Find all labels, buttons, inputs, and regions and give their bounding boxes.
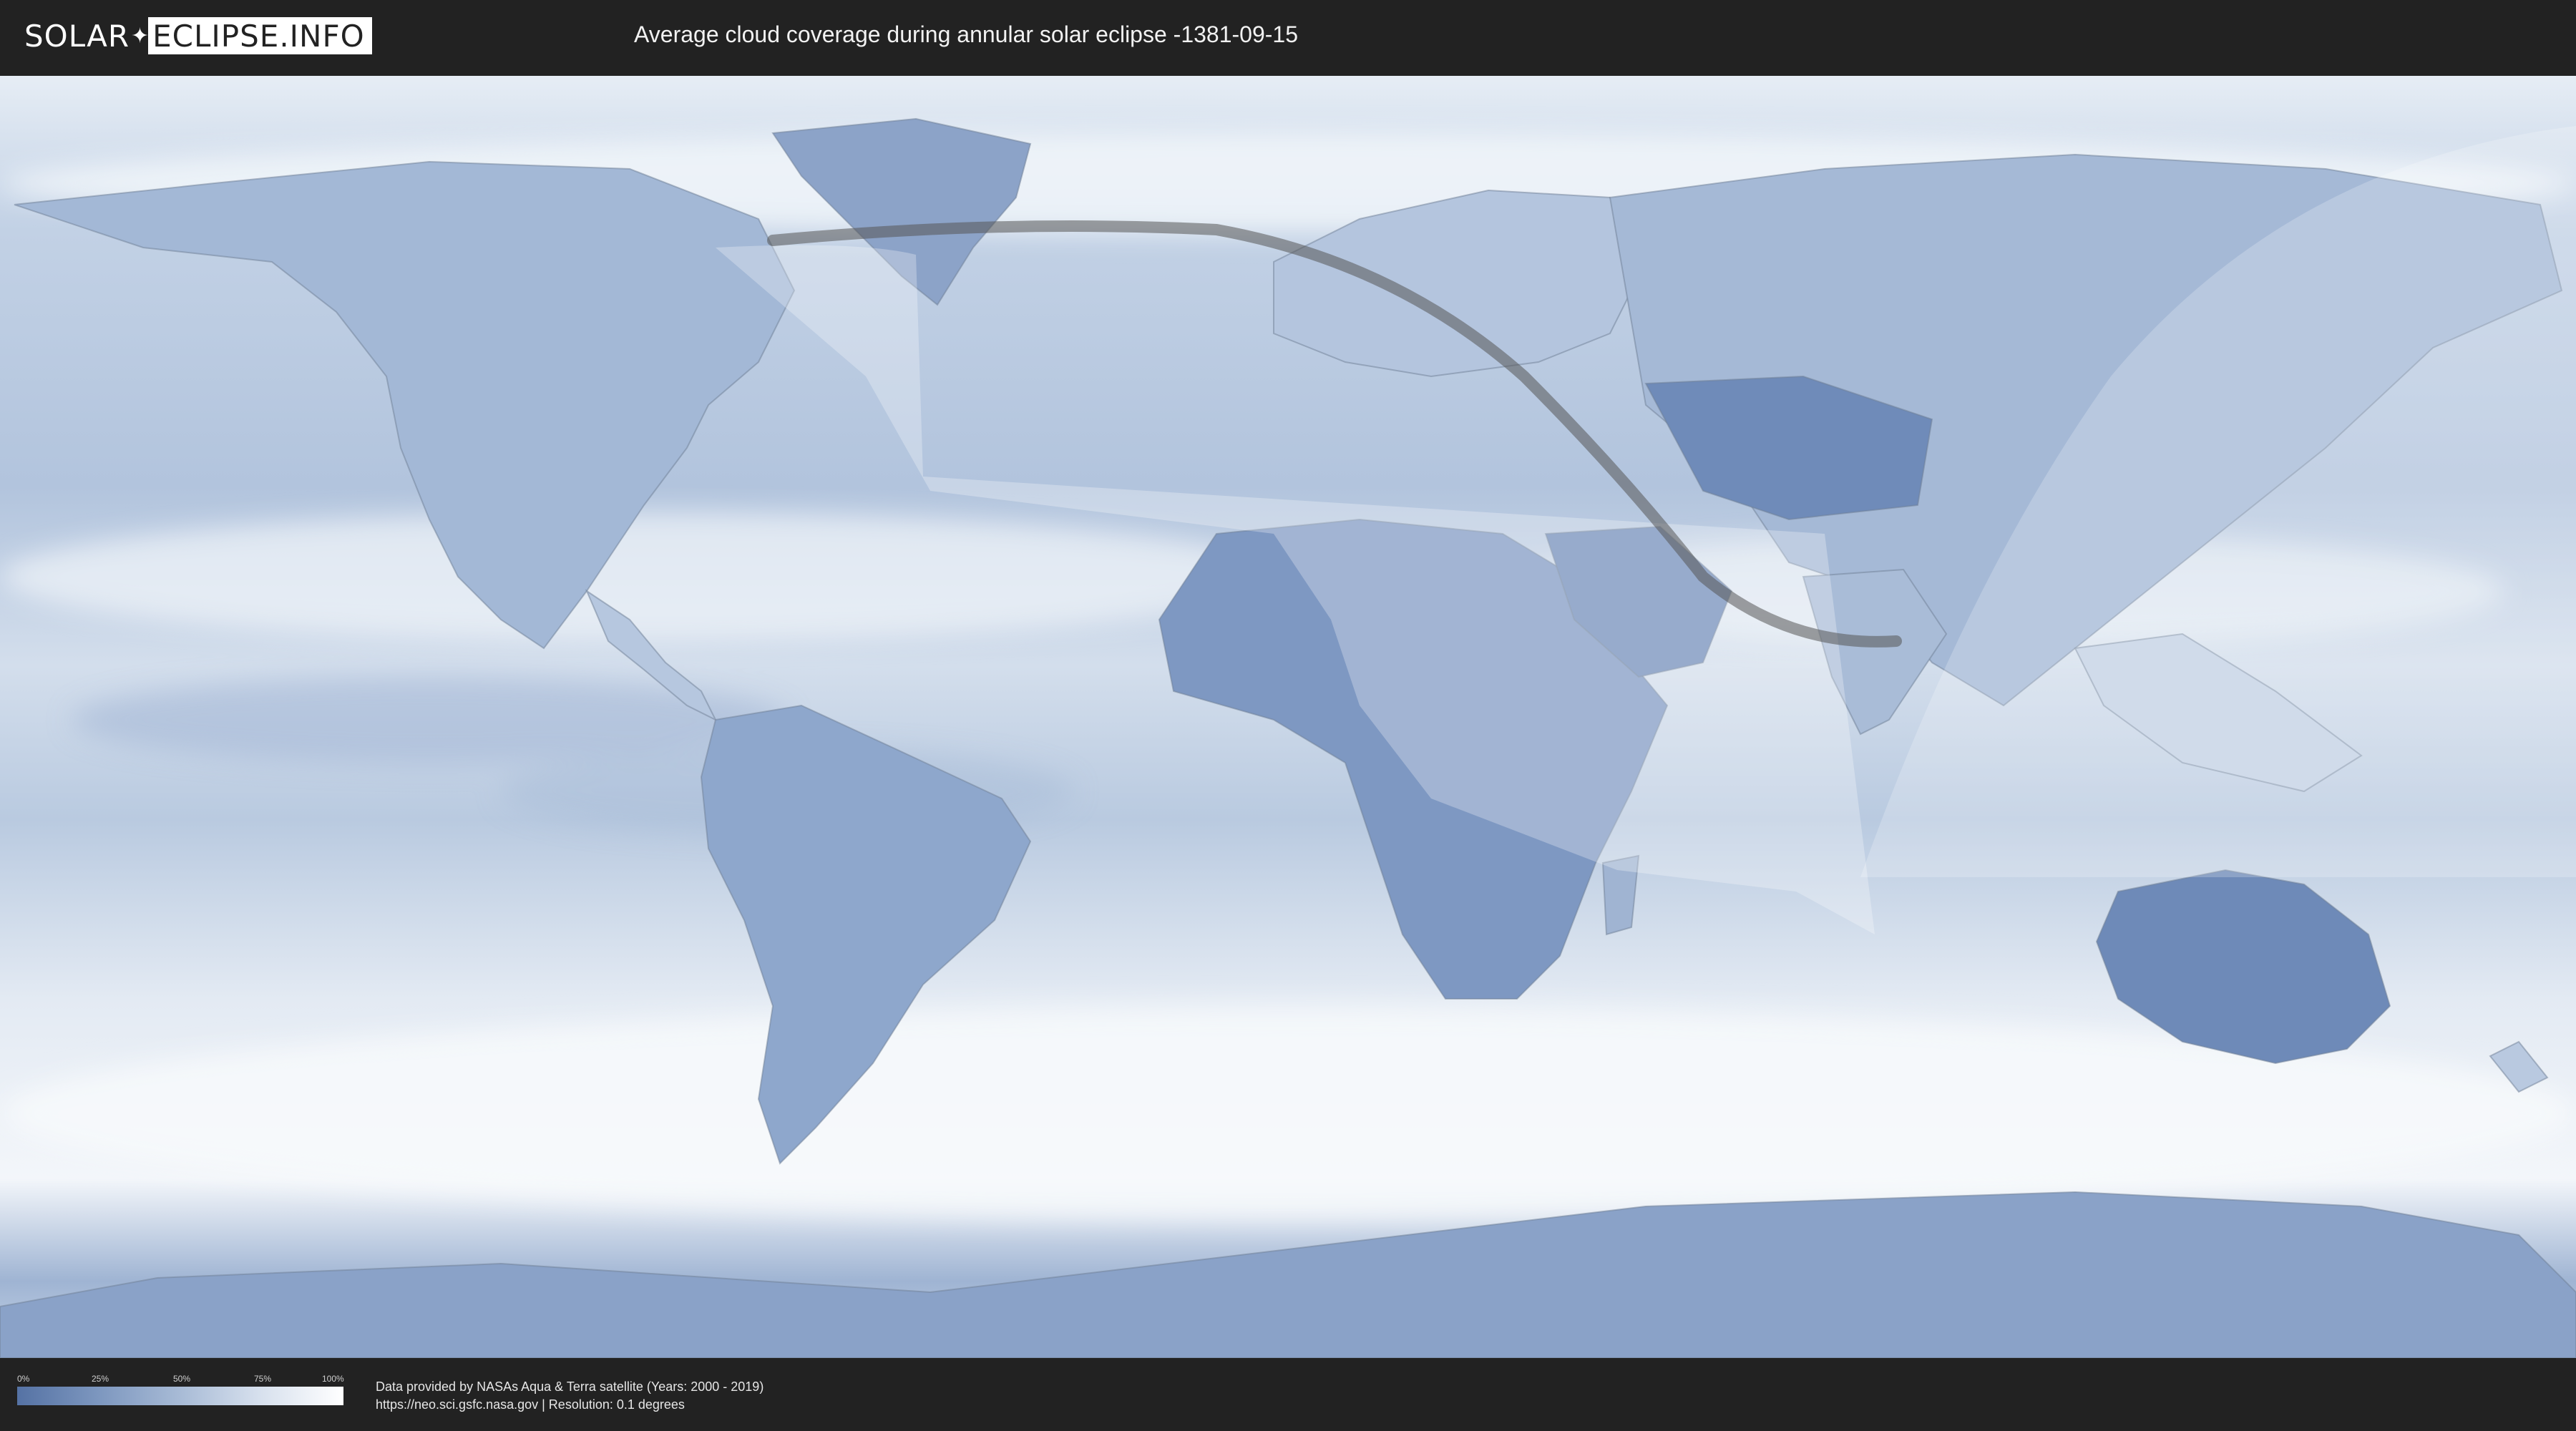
world-map-svg [0,76,2576,1358]
legend-tick-100: 100% [322,1374,344,1384]
legend-tick-75: 75% [254,1374,272,1384]
header-bar: SOLAR ✦ ECLIPSE.INFO Average cloud cover… [0,0,2576,72]
cloud-coverage-map[interactable] [0,76,2576,1358]
credits-source: Data provided by NASAs Aqua & Terra sate… [376,1379,764,1394]
legend-tick-25: 25% [92,1374,109,1384]
cloud-legend: 0% 25% 50% 75% 100% [17,1374,344,1405]
legend-tick-50: 50% [173,1374,191,1384]
credits-url: https://neo.sci.gsfc.nasa.gov | Resoluti… [376,1397,685,1412]
legend-gradient-bar [17,1387,343,1405]
legend-tick-labels: 0% 25% 50% 75% 100% [17,1374,344,1387]
data-credits: Data provided by NASAs Aqua & Terra sate… [376,1378,763,1414]
page-title: Average cloud coverage during annular so… [634,21,1298,47]
legend-tick-0: 0% [17,1374,30,1384]
